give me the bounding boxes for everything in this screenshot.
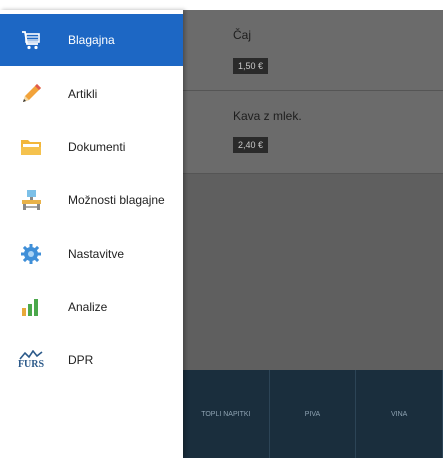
product-price: 2,40 € — [233, 137, 269, 153]
product-name: Kava z mlek. — [233, 109, 302, 123]
pencil-icon — [18, 81, 44, 107]
menu-item-label: Artikli — [68, 87, 98, 101]
product-tile[interactable]: Čaj 1,50 € — [183, 10, 406, 91]
menu-item-label: Dokumenti — [68, 140, 126, 154]
menu-item-label: Možnosti blagajne — [68, 193, 165, 207]
furs-logo-text: FURS — [17, 359, 45, 370]
product-tile[interactable] — [405, 10, 443, 91]
menu-item-label: DPR — [68, 353, 94, 367]
menu-item-dpr[interactable]: FURS DPR — [0, 334, 183, 386]
navigation-drawer: Blagajna Artikli Dokumenti Možnosti blag… — [0, 10, 183, 458]
folder-icon — [18, 134, 44, 160]
category-tab[interactable]: VINA — [356, 370, 443, 458]
category-tab[interactable]: TOPLI NAPITKI — [183, 370, 270, 458]
menu-item-label: Nastavitve — [68, 247, 125, 261]
top-strip — [0, 0, 443, 10]
menu-item-label: Blagajna — [68, 33, 115, 47]
product-name: Čaj — [233, 28, 252, 42]
cart-icon — [18, 27, 44, 53]
menu-item-analize[interactable]: Analize — [0, 281, 183, 333]
menu-item-moznosti-blagajne[interactable]: Možnosti blagajne — [0, 174, 183, 226]
cash-register-icon — [18, 187, 44, 213]
menu-item-artikli[interactable]: Artikli — [0, 68, 183, 120]
product-tile[interactable] — [405, 91, 443, 174]
bar-chart-icon — [18, 294, 44, 320]
furs-icon: FURS — [18, 347, 44, 373]
category-bar: TOPLI NAPITKI PIVA VINA — [183, 370, 443, 458]
menu-item-blagajna[interactable]: Blagajna — [0, 14, 183, 66]
menu-item-dokumenti[interactable]: Dokumenti — [0, 121, 183, 173]
product-tile[interactable]: Kava z mlek. 2,40 € — [183, 91, 406, 174]
gear-icon — [18, 241, 44, 267]
category-tab[interactable]: PIVA — [270, 370, 357, 458]
menu-item-nastavitve[interactable]: Nastavitve — [0, 228, 183, 280]
product-price: 1,50 € — [233, 58, 269, 74]
menu-item-label: Analize — [68, 300, 108, 314]
